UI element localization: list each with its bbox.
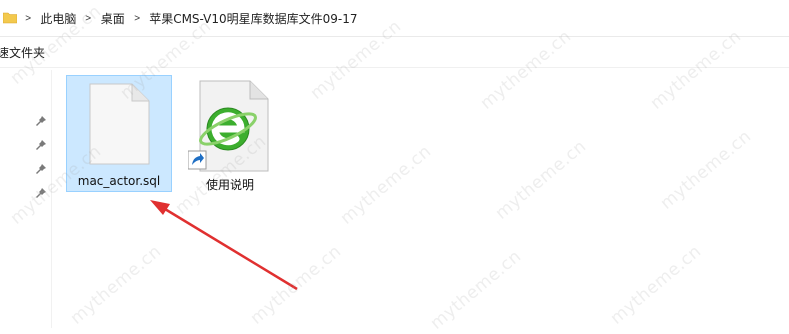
breadcrumb-current-folder[interactable]: 苹果CMS-V10明星库数据库文件09-17	[143, 10, 363, 27]
browser-shortcut-icon	[188, 80, 269, 172]
pin-icon[interactable]	[35, 187, 47, 199]
breadcrumb: > 此电脑 > 桌面 > 苹果CMS-V10明星库数据库文件09-17	[22, 0, 364, 36]
nav-pane-divider	[51, 70, 52, 328]
breadcrumb-desktop[interactable]: 桌面	[95, 10, 131, 27]
quick-access-label[interactable]: 速文件夹	[0, 44, 45, 61]
chevron-right-icon[interactable]: >	[132, 13, 142, 24]
chevron-right-icon[interactable]: >	[23, 13, 33, 24]
folder-icon	[3, 12, 17, 24]
divider	[0, 67, 789, 68]
file-item-shortcut[interactable]: 使用说明	[180, 75, 280, 192]
chevron-right-icon[interactable]: >	[84, 13, 94, 24]
pin-icon[interactable]	[35, 115, 47, 127]
file-item-mac-actor-sql[interactable]: mac_actor.sql	[66, 75, 172, 192]
file-name: mac_actor.sql	[77, 174, 161, 188]
address-bar[interactable]: > 此电脑 > 桌面 > 苹果CMS-V10明星库数据库文件09-17	[0, 0, 789, 37]
breadcrumb-this-pc[interactable]: 此电脑	[34, 10, 82, 27]
pin-icon[interactable]	[35, 139, 47, 151]
file-name: 使用说明	[205, 178, 254, 192]
sql-file-icon	[89, 83, 150, 165]
pin-icon[interactable]	[35, 163, 47, 175]
